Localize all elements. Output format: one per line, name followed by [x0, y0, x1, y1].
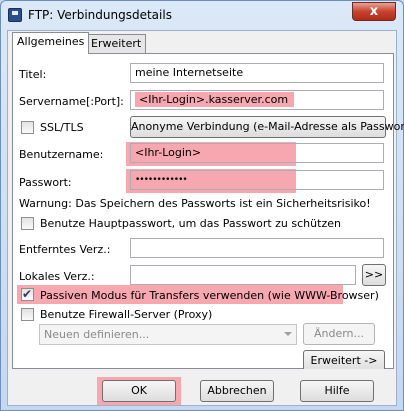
tab-panel-allgemeines: Titel: meine Internetseite Servername[:P… [12, 53, 404, 372]
remote-dir-input[interactable] [130, 238, 384, 258]
passwort-label: Passwort: [19, 176, 72, 189]
ssl-tls-label: SSL/TLS [40, 121, 84, 134]
servername-input[interactable]: <Ihr-Login>.kasserver.com [130, 90, 384, 110]
servername-label: Servername[:Port]: [19, 95, 124, 108]
firewall-checkbox[interactable] [21, 308, 34, 321]
chevron-down-icon [284, 332, 292, 336]
dialog-client-area: Allgemeines Erweitert Titel: meine Inter… [7, 30, 404, 406]
ftp-dialog-window: FTP: Verbindungsdetails x Allgemeines Er… [0, 0, 404, 411]
tab-allgemeines[interactable]: Allgemeines [12, 32, 90, 54]
titel-input[interactable]: meine Internetseite [130, 63, 384, 83]
master-password-label: Benutze Hauptpasswort, um das Passwort z… [40, 217, 341, 230]
passive-mode-checkbox[interactable] [21, 287, 34, 301]
ssl-tls-checkbox[interactable] [21, 121, 34, 134]
tab-erweitert[interactable]: Erweitert [86, 34, 147, 54]
help-button[interactable]: Hilfe [300, 380, 374, 402]
benutzername-label: Benutzername: [19, 148, 104, 161]
dialog-button-bar: OK Abbrechen Hilfe [8, 369, 396, 405]
password-warning-text: Warnung: Das Speichern des Passworts ist… [19, 197, 371, 210]
window-title: FTP: Verbindungsdetails [28, 8, 172, 22]
firewall-select-value: Neuen definieren... [44, 328, 150, 341]
remote-dir-label: Entferntes Verz.: [19, 243, 111, 256]
titel-label: Titel: [19, 68, 47, 81]
local-dir-label: Lokales Verz.: [19, 270, 95, 283]
cancel-button[interactable]: Abbrechen [200, 380, 274, 402]
firewall-server-select[interactable]: Neuen definieren... [39, 324, 297, 345]
master-password-checkbox[interactable] [21, 217, 34, 230]
anonymous-connection-button[interactable]: Anonyme Verbindung (e-Mail-Adresse als P… [130, 116, 404, 138]
browse-local-dir-button[interactable]: >> [362, 264, 386, 286]
firewall-label: Benutze Firewall-Server (Proxy) [40, 308, 213, 321]
local-dir-input[interactable] [130, 265, 356, 285]
passwort-input[interactable]: •••••••••••• [130, 170, 384, 190]
title-bar[interactable]: FTP: Verbindungsdetails x [1, 1, 403, 29]
servername-value: <Ihr-Login>.kasserver.com [135, 92, 295, 107]
floppy-disk-icon [8, 8, 22, 22]
passive-mode-label: Passiven Modus für Transfers verwenden (… [40, 289, 379, 302]
aendern-button[interactable]: Ändern... [303, 323, 375, 345]
ok-button[interactable]: OK [102, 380, 176, 402]
benutzername-input[interactable]: <Ihr-Login> [130, 143, 384, 163]
close-button[interactable]: x [352, 2, 396, 21]
